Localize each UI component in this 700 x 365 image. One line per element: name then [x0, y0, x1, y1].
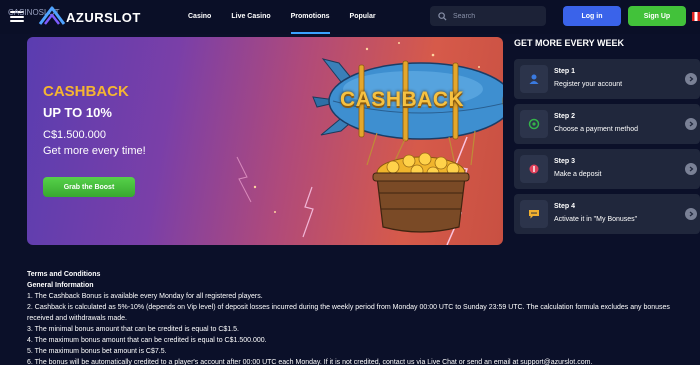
terms-line: received and withdrawals made.	[27, 315, 127, 322]
step-card-2[interactable]: Step 2 Choose a payment method	[514, 104, 700, 144]
step-card-3[interactable]: Step 3 Make a deposit	[514, 149, 700, 189]
step-card-1[interactable]: Step 1 Register your account	[514, 59, 700, 99]
search-box[interactable]	[430, 6, 546, 26]
top-header: CASINOSLOT AZURSLOT Casino Live Casino P…	[0, 0, 700, 34]
site-logo[interactable]: AZURSLOT	[36, 5, 141, 29]
chevron-right-icon	[685, 73, 697, 85]
step-text: Make a deposit	[554, 171, 602, 178]
terms-subtitle: General Information	[27, 282, 94, 289]
terms-line: 1. The Cashback Bonus is available every…	[27, 293, 263, 300]
language-flag-icon[interactable]	[692, 12, 700, 21]
step-text: Activate it in "My Bonuses"	[554, 216, 638, 223]
terms-line: 3. The minimal bonus amount that can be …	[27, 326, 239, 333]
banner-tagline: Get more every time!	[43, 145, 146, 157]
search-input[interactable]	[453, 12, 543, 20]
grab-boost-button[interactable]: Grab the Boost	[43, 177, 135, 197]
step-label: Step 1	[554, 68, 576, 75]
logo-text: AZURSLOT	[66, 9, 141, 25]
nav-live-casino[interactable]: Live Casino	[231, 0, 270, 34]
user-icon	[520, 65, 548, 93]
blimp-illustration	[236, 42, 503, 245]
login-button[interactable]: Log in	[563, 6, 621, 26]
terms-line: 2. Cashback is calculated as 5%-10% (dep…	[27, 304, 670, 311]
search-icon	[438, 11, 447, 21]
terms-line: 5. The maximum bonus bet amount is C$7.5…	[27, 348, 167, 355]
step-text: Register your account	[554, 81, 623, 88]
payment-icon	[520, 110, 548, 138]
banner-subtitle: UP TO 10%	[43, 105, 112, 120]
step-label: Step 2	[554, 113, 576, 120]
deposit-icon	[520, 155, 548, 183]
nav-popular[interactable]: Popular	[350, 0, 376, 34]
main-nav: Casino Live Casino Promotions Popular	[188, 0, 396, 34]
chevron-right-icon	[685, 208, 697, 220]
terms-line: 6. The bonus will be automatically credi…	[27, 359, 593, 365]
logo-mark-icon	[38, 6, 66, 25]
blimp-cashback-text: CASHBACK	[340, 88, 465, 111]
banner-amount: C$1.500.000	[43, 129, 106, 141]
signup-button[interactable]: Sign Up	[628, 6, 686, 26]
step-label: Step 4	[554, 203, 576, 210]
nav-promotions[interactable]: Promotions	[290, 0, 330, 34]
step-text: Choose a payment method	[554, 126, 639, 133]
step-card-4[interactable]: Step 4 Activate it in "My Bonuses"	[514, 194, 700, 234]
step-label: Step 3	[554, 158, 576, 165]
promo-banner: CASHBACK UP TO 10% C$1.500.000 Get more …	[27, 37, 503, 245]
banner-title: CASHBACK	[43, 83, 129, 100]
terms-line: 4. The maximum bonus amount that can be …	[27, 337, 267, 344]
nav-casino[interactable]: Casino	[188, 0, 211, 34]
steps-title: GET MORE EVERY WEEK	[514, 38, 625, 48]
terms-title: Terms and Conditions	[27, 271, 101, 278]
terms-section: Terms and Conditions General Information…	[27, 269, 697, 365]
chevron-right-icon	[685, 118, 697, 130]
bonus-icon	[520, 200, 548, 228]
chevron-right-icon	[685, 163, 697, 175]
